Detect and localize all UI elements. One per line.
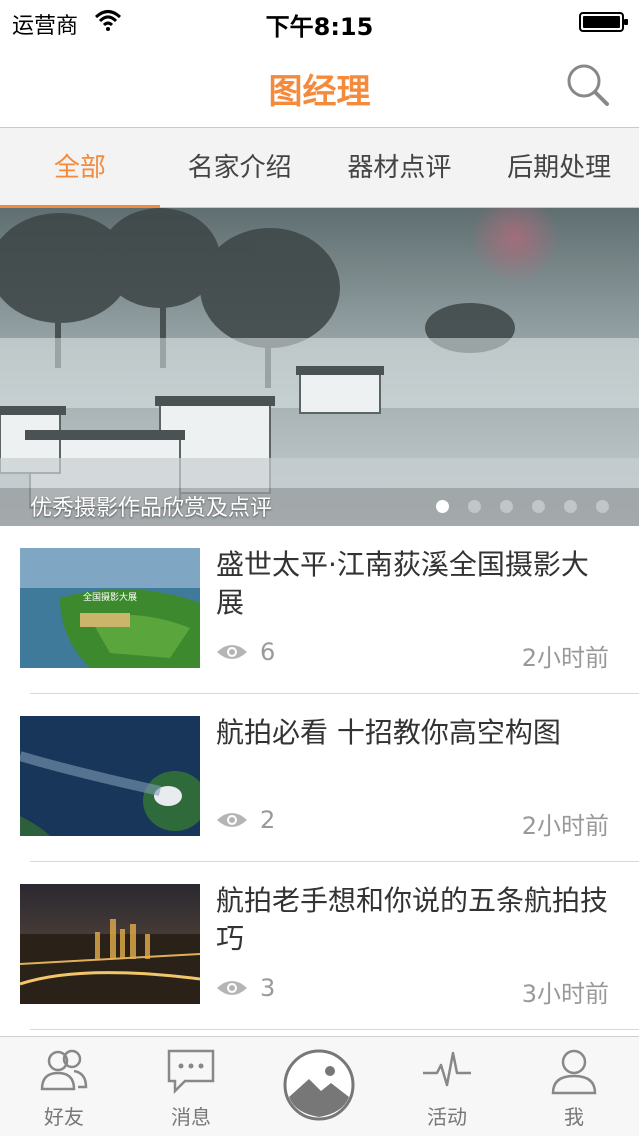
list-item[interactable]: 全国摄影大展 盛世太平·江南荻溪全国摄影大展 6 2小时前 [0,526,639,694]
post-time: 2小时前 [521,644,609,672]
view-count-value: 3 [260,974,276,1002]
article-thumbnail [20,716,200,836]
tabbar-label: 消息 [171,1105,211,1129]
view-count: 2 [216,806,275,834]
tabbar-label: 活动 [427,1105,467,1129]
divider [30,1029,639,1030]
tab-post-processing[interactable]: 后期处理 [479,128,639,207]
tabbar-activity[interactable]: 活动 [397,1037,497,1136]
carousel-dot[interactable] [564,500,577,513]
nav-bar: 图经理 [0,44,639,128]
view-count-value: 6 [260,638,276,666]
article-thumbnail [20,884,200,1004]
page-title: 图经理 [268,72,371,112]
activity-icon [423,1051,471,1087]
tabbar-label: 好友 [44,1105,84,1129]
list-item[interactable]: 航拍必看 十招教你高空构图 2 2小时前 [0,694,639,862]
eye-icon [217,981,247,995]
message-icon [167,1049,215,1095]
post-time: 3小时前 [521,980,609,1008]
list-item[interactable]: 航拍老手想和你说的五条航拍技巧 3 3小时前 [0,862,639,1030]
carousel-dot[interactable] [500,500,513,513]
carousel-dot[interactable] [468,500,481,513]
tab-masters[interactable]: 名家介绍 [160,128,320,207]
tabbar-me[interactable]: 我 [524,1037,624,1136]
tab-all[interactable]: 全部 [0,128,160,208]
view-count-value: 2 [260,806,276,834]
article-title: 航拍必看 十招教你高空构图 [216,716,561,749]
bottom-tab-bar: 好友 消息 活动 我 [0,1036,639,1136]
tab-equipment-review[interactable]: 器材点评 [320,128,480,207]
post-time: 2小时前 [521,812,609,840]
banner-carousel[interactable]: 优秀摄影作品欣赏及点评 [0,208,639,526]
view-count: 6 [216,638,275,666]
search-icon[interactable] [565,62,611,108]
banner-image [0,208,639,526]
view-count: 3 [216,974,275,1002]
article-thumbnail: 全国摄影大展 [20,548,200,668]
status-time: 下午8:15 [265,13,374,41]
category-tabs: 全部 名家介绍 器材点评 后期处理 [0,128,639,208]
tabbar-friends[interactable]: 好友 [14,1037,114,1136]
eye-icon [217,813,247,827]
article-title: 盛世太平·江南荻溪全国摄影大展 [216,548,589,619]
eye-icon [217,645,247,659]
article-list: 全国摄影大展 盛世太平·江南荻溪全国摄影大展 6 2小时前 航拍必看 十招教你高… [0,526,639,1030]
camera-gallery-icon[interactable] [283,1049,355,1121]
banner-caption: 优秀摄影作品欣赏及点评 [30,496,273,521]
carousel-dot[interactable] [596,500,609,513]
status-bar: 运营商 下午8:15 [0,0,639,44]
carousel-dot[interactable] [436,500,449,513]
tabbar-label: 我 [564,1105,584,1129]
tabbar-messages[interactable]: 消息 [141,1037,241,1136]
thumb-caption: 全国摄影大展 [83,591,137,603]
battery-icon [579,12,628,32]
article-title: 航拍老手想和你说的五条航拍技巧 [216,884,609,955]
profile-icon [551,1049,597,1095]
friends-icon [40,1049,88,1091]
carousel-dots [436,500,609,513]
carousel-dot[interactable] [532,500,545,513]
